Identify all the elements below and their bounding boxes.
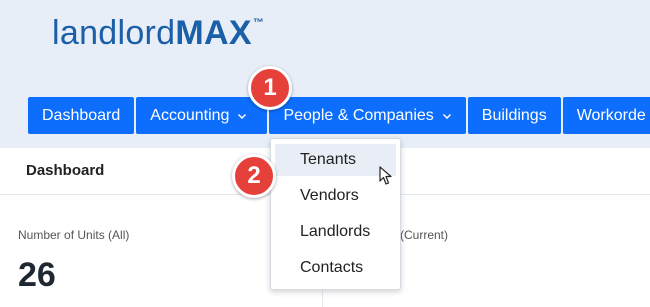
- second-stat-label: (Current): [400, 228, 449, 242]
- nav-dashboard-label: Dashboard: [42, 106, 121, 124]
- nav-people-label: People & Companies: [283, 106, 434, 124]
- people-companies-dropdown: Tenants Vendors Landlords Contacts: [270, 138, 401, 290]
- nav-workorders-label: Workorde: [576, 106, 646, 124]
- page-title: Dashboard: [26, 162, 105, 179]
- nav-accounting[interactable]: Accounting: [136, 97, 268, 134]
- step-2-badge: 2: [232, 154, 276, 198]
- nav-buildings[interactable]: Buildings: [467, 97, 561, 134]
- nav-buildings-label: Buildings: [481, 106, 547, 124]
- units-stat-label: Number of Units (All): [18, 228, 130, 242]
- nav-dashboard[interactable]: Dashboard: [28, 97, 135, 134]
- nav-accounting-label: Accounting: [150, 106, 230, 124]
- mouse-pointer-icon: [379, 166, 393, 186]
- nav-workorders[interactable]: Workorde: [562, 97, 650, 134]
- main-nav: Dashboard Accounting People & Companies …: [28, 97, 650, 134]
- landlordmax-logo[interactable]: landlordMAX™: [52, 14, 264, 54]
- dropdown-item-tenants[interactable]: Tenants: [275, 144, 396, 176]
- app-header: landlordMAX™ Dashboard Accounting People…: [0, 0, 650, 148]
- chevron-down-icon: [237, 111, 247, 121]
- step-1-badge: 1: [248, 66, 292, 110]
- dropdown-item-landlords[interactable]: Landlords: [275, 216, 396, 248]
- nav-people-companies[interactable]: People & Companies: [269, 97, 466, 134]
- dropdown-item-contacts[interactable]: Contacts: [275, 252, 396, 284]
- chevron-down-icon: [442, 111, 452, 121]
- dropdown-item-vendors[interactable]: Vendors: [275, 180, 396, 212]
- units-stat-value: 26: [18, 256, 56, 294]
